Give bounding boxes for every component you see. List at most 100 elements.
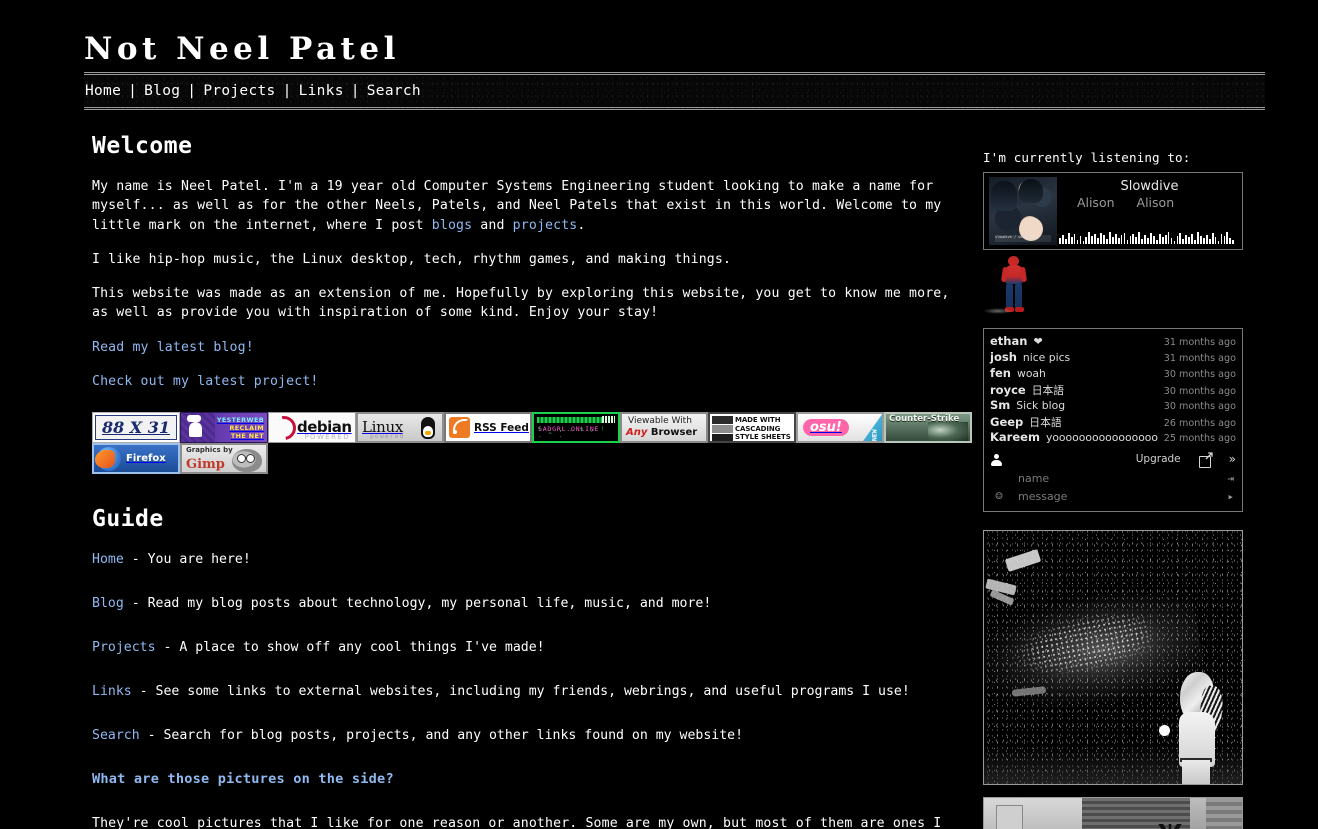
shoutbox-message: Sm Sick blog 30 months ago <box>990 398 1236 414</box>
equalizer-bar <box>1232 240 1235 244</box>
equalizer-bar <box>1158 234 1161 244</box>
latest-project-link[interactable]: Check out my latest project! <box>92 374 319 389</box>
shoutbox-timestamp: 30 months ago <box>1163 401 1236 412</box>
anybrowser-line1: Viewable With <box>628 416 692 427</box>
nav-separator: | <box>350 83 360 99</box>
main-navigation: Home | Blog | Projects | Links | Search <box>84 72 1265 110</box>
now-playing-widget[interactable]: slowdive / souvlaki Slowdive n Alison Al… <box>983 172 1243 250</box>
equalizer-bar <box>1085 237 1088 244</box>
shoutbox-name-row[interactable]: ⇥ <box>990 469 1236 487</box>
pictures-heading: What are those pictures on the side? <box>92 771 394 788</box>
nav-item-links[interactable]: Links <box>298 83 345 99</box>
equalizer-bar <box>1153 236 1155 244</box>
shoutbox-message-row[interactable]: ☺ ▸ <box>990 487 1236 505</box>
nav-item-search[interactable]: Search <box>366 83 422 99</box>
badge-counter-strike[interactable]: Counter-Strike <box>884 412 972 444</box>
projects-link[interactable]: projects <box>513 218 578 233</box>
equalizer-bar <box>1223 236 1226 244</box>
equalizer-bar <box>1226 232 1229 244</box>
nav-item-home[interactable]: Home <box>84 83 122 99</box>
shoutbox-username: Geep <box>990 415 1024 429</box>
intro-text-end: . <box>577 217 586 233</box>
upgrade-button[interactable]: Upgrade <box>1136 453 1181 465</box>
badge-sadgrl-online[interactable]: SADGRL.ONLINE + . , . v , ! . ^ . <box>532 412 620 444</box>
send-message-icon[interactable]: ▸ <box>1227 490 1236 503</box>
equalizer-bar <box>1094 234 1096 244</box>
badge-yesterweb[interactable]: YESTERWEB RECLAIM THE NET <box>180 412 268 444</box>
equalizer-bar <box>1082 241 1085 244</box>
shoutbox-text: nice pics <box>1022 351 1071 364</box>
guide-link-blog[interactable]: Blog <box>92 596 124 611</box>
now-playing-artist: Slowdive <box>1120 179 1179 194</box>
shoutbox-name-input[interactable] <box>1008 470 1228 486</box>
badge-debian[interactable]: debian POWERED <box>268 412 356 444</box>
open-external-icon[interactable] <box>1198 451 1213 468</box>
emoji-picker-icon[interactable]: ☺ <box>990 489 1008 503</box>
shoutbox-timestamp: 30 months ago <box>1163 386 1236 397</box>
gimp-line1: Graphics by <box>186 446 233 455</box>
equalizer-bar <box>1132 234 1135 244</box>
marquee-part-2: Alison <box>1136 195 1175 210</box>
equalizer-bar <box>1073 234 1076 244</box>
shoutbox-toolbar: Upgrade » <box>990 449 1236 469</box>
pictures-section: What are those pictures on the side? The… <box>92 771 972 829</box>
shoutbox-message-input[interactable] <box>1008 488 1228 504</box>
intro-text-mid: and <box>472 217 513 233</box>
user-avatar-icon[interactable] <box>991 453 1002 466</box>
sidebar-photo-sparkler <box>983 530 1243 785</box>
badge-firefox[interactable]: Firefox <box>92 443 180 475</box>
equalizer-bar <box>1217 241 1220 244</box>
linux-powered-label: powered <box>370 431 405 440</box>
firefox-globe-icon <box>95 446 121 471</box>
nav-links: Home | Blog | Projects | Links | Search <box>84 75 422 107</box>
osu-new-label: NEW <box>870 429 879 441</box>
shoutbox-timestamp: 25 months ago <box>1163 433 1236 444</box>
chevron-down-icon[interactable]: » <box>1229 453 1236 465</box>
guide-link-projects[interactable]: Projects <box>92 640 156 655</box>
guide-desc-blog: - Read my blog posts about technology, m… <box>131 596 712 612</box>
shoutbox-widget[interactable]: ethan ❤ 31 months ago josh nice pics 31 … <box>983 328 1243 512</box>
badge-linux[interactable]: Linux powered <box>356 412 444 444</box>
equalizer-bar <box>1138 232 1141 244</box>
guide-link-search[interactable]: Search <box>92 728 140 743</box>
yesterweb-line2: RECLAIM <box>229 423 264 432</box>
guide-title: Guide <box>92 506 164 533</box>
guide-link-links[interactable]: Links <box>92 684 132 699</box>
sadgrl-subtext: + . , . v , ! . ^ . <box>538 426 606 440</box>
yesterweb-text: YESTERWEB RECLAIM THE NET <box>215 416 267 440</box>
badge-osu[interactable]: osu! NEW <box>796 412 884 444</box>
shoutbox-text: 日本語 <box>1029 416 1062 429</box>
css-blocks-icon <box>712 416 733 442</box>
guide-item-blog: Blog - Read my blog posts about technolo… <box>92 594 972 613</box>
intro-paragraph-2: I like hip-hop music, the Linux desktop,… <box>92 251 732 267</box>
equalizer-bar <box>1200 236 1202 244</box>
nav-item-blog[interactable]: Blog <box>143 83 181 99</box>
shoutbox-text: yooooooooooooooooo <box>1045 431 1158 444</box>
blogs-link[interactable]: blogs <box>432 218 472 233</box>
css-line3: STYLE SHEETS <box>735 432 791 441</box>
equalizer-bar <box>1064 239 1067 244</box>
intro-paragraph-1: My name is Neel Patel. I'm a 19 year old… <box>92 177 972 235</box>
badge-made-with-css[interactable]: MADE WITH CASCADING STYLE SHEETS <box>708 412 796 444</box>
guide-desc-projects: - A place to show off any cool things I'… <box>163 640 545 656</box>
guide-link-home[interactable]: Home <box>92 552 124 567</box>
page-root: Not Neel Patel Home | Blog | Projects | … <box>0 0 1318 829</box>
badge-rss-feed[interactable]: RSS Feed <box>444 412 532 444</box>
equalizer-bar <box>1059 238 1061 244</box>
audio-equalizer <box>1059 230 1235 244</box>
equalizer-bar <box>1147 238 1149 244</box>
equalizer-bar <box>1108 232 1111 244</box>
latest-blog-link[interactable]: Read my latest blog! <box>92 340 254 355</box>
nav-item-projects[interactable]: Projects <box>202 83 276 99</box>
badge-88x31[interactable]: 88 X 31 <box>92 412 180 444</box>
guide-desc-links: - See some links to external websites, i… <box>139 684 910 700</box>
badge-any-browser[interactable]: Viewable With Any Browser <box>620 412 708 444</box>
equalizer-bar <box>1123 233 1126 244</box>
equalizer-bar <box>1167 232 1170 244</box>
equalizer-bar <box>1067 233 1070 244</box>
equalizer-bar <box>1214 237 1217 244</box>
osu-word: osu! <box>803 419 849 437</box>
sadgrl-blocks-decor <box>602 416 615 424</box>
login-arrow-icon[interactable]: ⇥ <box>1227 472 1236 485</box>
badge-gimp[interactable]: Graphics by Gimp <box>180 443 268 475</box>
